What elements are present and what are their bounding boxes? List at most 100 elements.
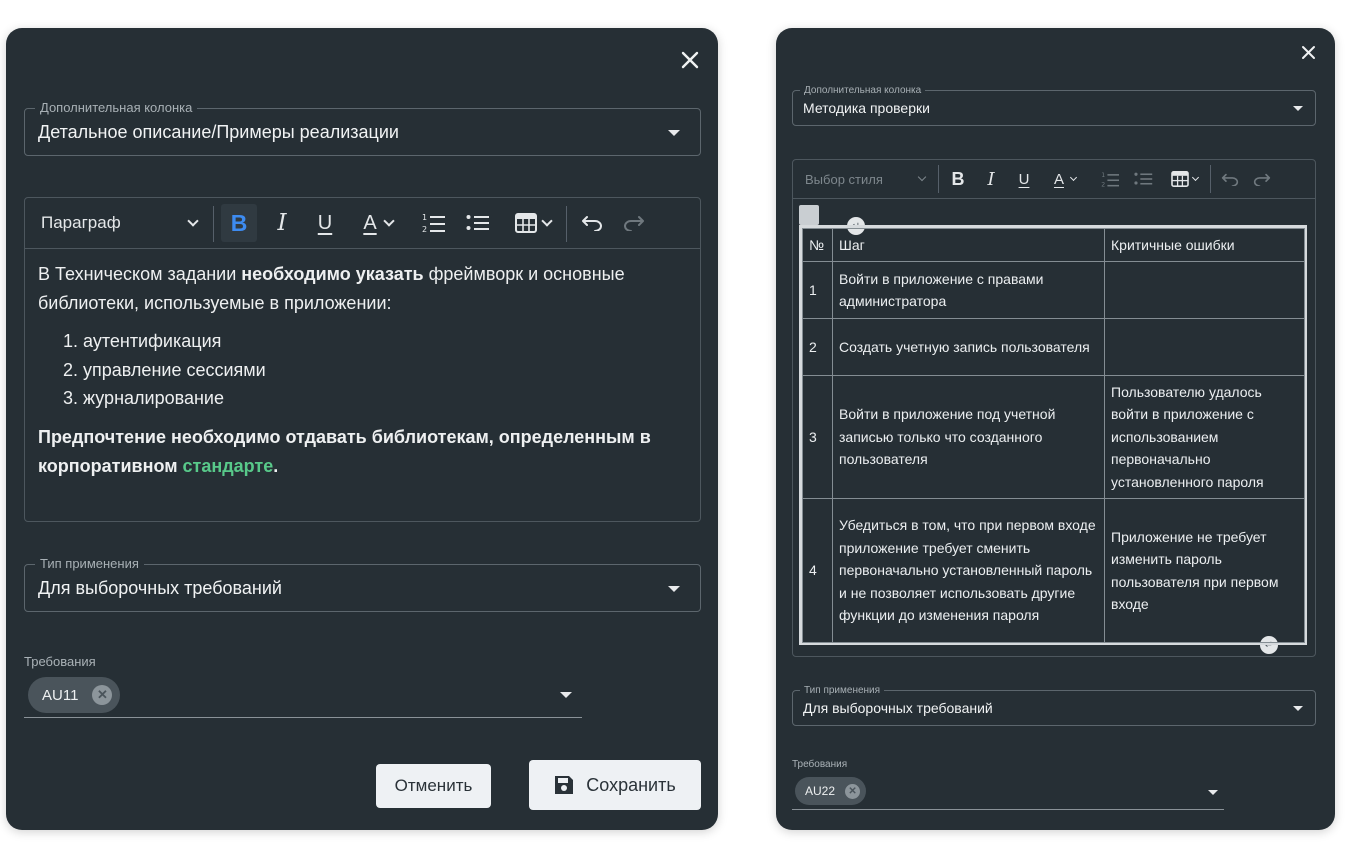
- requirements-dropdown-arrow-icon[interactable]: [560, 692, 572, 698]
- application-type-legend: Тип применения: [35, 557, 144, 571]
- step-cell: Войти в приложение с правами администрат…: [832, 261, 1105, 319]
- toolbar-divider: [1210, 165, 1211, 193]
- row-number-cell: 2: [802, 318, 833, 376]
- header-cell: №: [802, 228, 833, 262]
- numbered-list-icon[interactable]: 12: [417, 204, 451, 242]
- svg-text:1: 1: [422, 213, 427, 222]
- paragraph-style-label: Параграф: [41, 213, 121, 232]
- dropdown-arrow-icon: [668, 130, 680, 136]
- style-select[interactable]: Выбор стиля: [799, 164, 931, 194]
- dropdown-arrow-icon: [1293, 106, 1303, 111]
- list-item: 2. управление сессиями: [63, 359, 266, 380]
- save-button-label: Сохранить: [586, 774, 676, 795]
- row-number-cell: 3: [802, 375, 833, 499]
- chip-remove-icon[interactable]: ✕: [92, 685, 113, 705]
- requirement-chip-label: AU11: [42, 686, 79, 704]
- standard-link[interactable]: стандарте: [183, 456, 274, 476]
- extra-column-select[interactable]: Дополнительная колонка Детальное описани…: [24, 101, 701, 156]
- table-row: 4 Убедиться в том, что при первом входе …: [802, 498, 1305, 643]
- errors-cell: [1104, 261, 1305, 319]
- redo-icon[interactable]: [1248, 164, 1276, 194]
- chip-remove-icon[interactable]: ✕: [845, 783, 861, 799]
- bulleted-list-icon[interactable]: [461, 204, 495, 242]
- underline-icon[interactable]: U: [1010, 164, 1038, 194]
- extra-column-select[interactable]: Дополнительная колонка Методика проверки: [792, 84, 1316, 126]
- close-icon[interactable]: [1301, 45, 1316, 60]
- extra-column-value: Детальное описание/Примеры реализации: [38, 122, 399, 142]
- verification-table[interactable]: № Шаг Критичные ошибки 1 Войти в приложе…: [802, 228, 1305, 643]
- requirement-chip: AU11 ✕: [28, 677, 120, 713]
- table-row: 2 Создать учетную запись пользователя: [802, 318, 1305, 376]
- redo-icon[interactable]: [617, 204, 651, 242]
- step-cell: Войти в приложение под учетной записью т…: [832, 375, 1105, 499]
- application-type-select[interactable]: Тип применения Для выборочных требований: [24, 557, 701, 612]
- bulleted-list-icon[interactable]: [1129, 164, 1157, 194]
- edit-column-dialog-left: Дополнительная колонка Детальное описани…: [6, 28, 718, 830]
- table-select-handle-icon[interactable]: [799, 205, 819, 225]
- edit-column-dialog-right: Дополнительная колонка Методика проверки…: [776, 28, 1335, 830]
- dropdown-arrow-icon: [668, 586, 680, 592]
- dropdown-arrow-icon: [1293, 706, 1303, 711]
- editor-toolbar: Выбор стиля B I U A 12: [793, 160, 1315, 199]
- svg-text:2: 2: [1101, 181, 1105, 188]
- editor-content[interactable]: В Техническом задании необходимо указать…: [38, 260, 693, 481]
- extra-column-value: Методика проверки: [803, 100, 930, 116]
- cancel-button[interactable]: Отменить: [376, 764, 491, 808]
- toolbar-divider: [566, 206, 567, 242]
- requirements-label: Требования: [24, 654, 96, 669]
- toolbar-divider: [938, 165, 939, 193]
- table-icon[interactable]: [1163, 164, 1205, 194]
- svg-text:1: 1: [1101, 172, 1105, 179]
- requirements-dropdown-arrow-icon[interactable]: [1208, 790, 1218, 795]
- svg-text:2: 2: [422, 225, 427, 234]
- application-type-value: Для выборочных требований: [38, 578, 282, 598]
- row-number-cell: 4: [802, 498, 833, 643]
- table-row: 3 Войти в приложение под учетной записью…: [802, 375, 1305, 499]
- undo-icon[interactable]: [575, 204, 609, 242]
- close-icon[interactable]: [680, 50, 700, 70]
- editor-toolbar: Параграф B I U A 12: [25, 198, 700, 249]
- requirements-underline: [24, 717, 582, 718]
- application-type-legend: Тип применения: [800, 684, 885, 698]
- table-row: 1 Войти в приложение с правами администр…: [802, 261, 1305, 319]
- paragraph-style-select[interactable]: Параграф: [35, 206, 203, 240]
- chevron-down-icon: [917, 172, 927, 182]
- extra-column-legend: Дополнительная колонка: [800, 84, 926, 98]
- errors-cell: Пользователю удалось войти в приложение …: [1104, 375, 1305, 499]
- font-color-icon[interactable]: A: [351, 204, 405, 242]
- requirements-underline: [792, 809, 1224, 810]
- undo-icon[interactable]: [1216, 164, 1244, 194]
- italic-icon[interactable]: I: [265, 204, 299, 242]
- save-button[interactable]: Сохранить: [529, 760, 701, 810]
- bold-icon[interactable]: B: [944, 164, 972, 194]
- rich-text-editor: Выбор стиля B I U A 12 ↵ ↵ № Шаг Критичн…: [792, 159, 1316, 657]
- closing-paragraph: Предпочтение необходимо отдавать библиот…: [38, 426, 651, 476]
- step-cell: Убедиться в том, что при первом входе пр…: [832, 498, 1105, 643]
- header-cell: Критичные ошибки: [1104, 228, 1305, 262]
- underline-icon[interactable]: U: [308, 204, 342, 242]
- table-icon[interactable]: [509, 204, 557, 242]
- numbered-list-icon[interactable]: 12: [1096, 164, 1124, 194]
- rich-text-editor: Параграф B I U A 12 В Техническом задани…: [24, 197, 701, 522]
- list-item: 3. журналирование: [63, 388, 224, 408]
- extra-column-legend: Дополнительная колонка: [35, 101, 198, 115]
- numbered-list: 1. аутентификация 2. управление сессиями…: [38, 327, 693, 413]
- errors-cell: Приложение не требует изменить пароль по…: [1104, 498, 1305, 643]
- bold-icon[interactable]: B: [221, 204, 257, 242]
- italic-icon[interactable]: I: [977, 164, 1005, 194]
- application-type-value: Для выборочных требований: [803, 700, 993, 716]
- errors-cell: [1104, 318, 1305, 376]
- header-cell: Шаг: [832, 228, 1105, 262]
- intro-paragraph: В Техническом задании необходимо указать…: [38, 264, 625, 313]
- requirement-chip-label: AU22: [805, 784, 836, 798]
- row-number-cell: 1: [802, 261, 833, 319]
- table-header-row: № Шаг Критичные ошибки: [802, 228, 1305, 262]
- font-color-icon[interactable]: A: [1043, 164, 1087, 194]
- floppy-disk-icon: [555, 776, 574, 794]
- table-selection-outline: № Шаг Критичные ошибки 1 Войти в приложе…: [799, 225, 1307, 645]
- requirement-chip: AU22 ✕: [795, 777, 866, 805]
- step-cell: Создать учетную запись пользователя: [832, 318, 1105, 376]
- chevron-down-icon: [187, 215, 199, 227]
- application-type-select[interactable]: Тип применения Для выборочных требований: [792, 684, 1316, 726]
- list-item: 1. аутентификация: [63, 331, 222, 351]
